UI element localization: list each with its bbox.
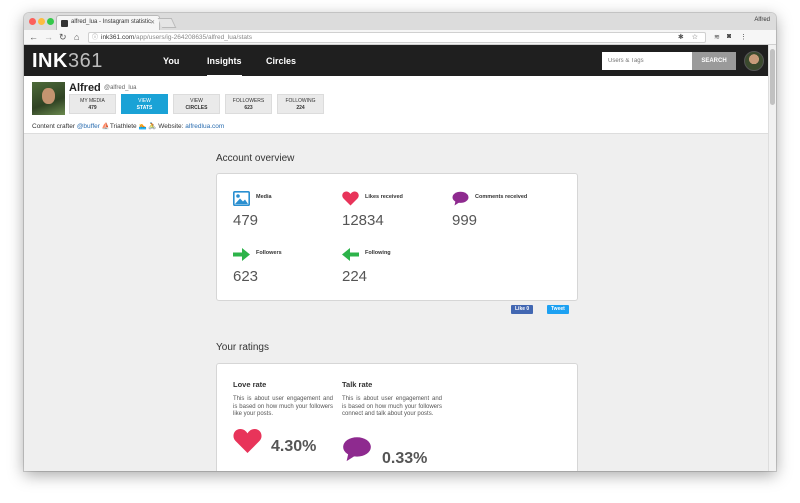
search-input[interactable] [602,52,692,70]
url-path: /app/users/ig-264208635/alfred_lua/stats [134,34,253,41]
account-overview-card: Media 479 Likes received 12834 Comments … [216,173,578,301]
browser-profile-name[interactable]: Alfred [754,17,770,23]
home-icon[interactable]: ⌂ [74,32,79,42]
profile-avatar[interactable] [32,82,65,115]
nav-you[interactable]: You [163,56,179,66]
view-stats-button[interactable]: VIEW STATS [121,94,168,114]
maximize-window-button[interactable] [47,18,54,25]
love-rate-description: This is about user engagement and is bas… [233,396,333,417]
browser-menu-icon[interactable]: ⋮ [740,33,747,41]
close-window-button[interactable] [29,18,36,25]
talk-rate-title: Talk rate [342,380,373,389]
metric-value: 999 [452,212,478,229]
metric-label: Following [365,250,391,256]
my-media-button[interactable]: MY MEDIA 479 [69,94,116,114]
profile-handle: @alfred_lua [104,85,137,91]
tab-strip: alfred_lua - Instagram statistic ✕ Alfre… [24,13,776,30]
bookmark-star-icon[interactable]: ✱ ☆ [678,33,701,42]
browser-window: alfred_lua - Instagram statistic ✕ Alfre… [24,13,776,471]
speech-bubble-icon [343,437,371,462]
url-host: ink361.com [101,34,135,41]
arrow-left-icon [342,248,359,261]
favicon-icon [61,20,68,27]
bio-website-link[interactable]: alfredlua.com [185,123,224,130]
love-rate-title: Love rate [233,380,267,389]
page-scrollbar[interactable] [768,45,776,471]
account-overview-title: Account overview [216,153,295,164]
metric-label: Media [256,194,272,200]
metric-value: 623 [233,268,259,285]
following-button[interactable]: FOLLOWING 224 [277,94,324,114]
reload-icon[interactable]: ↻ [59,32,67,42]
scrollbar-thumb[interactable] [770,49,775,105]
minimize-window-button[interactable] [38,18,45,25]
browser-toolbar: ← → ↻ ⌂ ⓘ ink361.com/app/users/ig-264208… [24,30,776,45]
metric-value: 224 [342,268,368,285]
ratings-card: Love rate This is about user engagement … [216,363,578,471]
heart-icon [342,191,359,206]
tab-title: alfred_lua - Instagram statistic [71,19,152,25]
forward-arrow-icon[interactable]: → [44,32,53,42]
talk-rate-description: This is about user engagement and is bas… [342,396,442,417]
image-icon [233,191,250,206]
metric-value: 479 [233,212,259,229]
nav-circles[interactable]: Circles [266,56,296,66]
tweet-button[interactable]: Tweet [547,305,569,314]
nav-insights[interactable]: Insights [207,56,242,77]
search-button[interactable]: SEARCH [692,52,736,70]
back-arrow-icon[interactable]: ← [29,32,38,42]
bio-mention-link[interactable]: @buffer [77,123,100,130]
love-rate-value: 4.30% [271,438,317,455]
speech-bubble-icon [452,191,469,206]
profile-name: Alfred [69,82,101,94]
heart-icon [233,429,262,453]
facebook-like-button[interactable]: Like 0 [511,305,534,314]
followers-button[interactable]: FOLLOWERS 623 [225,94,272,114]
extension-layers-icon[interactable]: ≋ [714,33,720,41]
extension-pocket-icon[interactable]: ◙ [727,33,731,40]
view-circles-button[interactable]: VIEW CIRCLES [173,94,220,114]
browser-tab[interactable]: alfred_lua - Instagram statistic ✕ [56,15,160,30]
ink361-logo[interactable]: INK361 [32,50,103,73]
talk-rate-value: 0.33% [382,450,428,467]
profile-bio: Content crafter @buffer ⛵Triathlete 🏊 🚴 … [32,123,225,130]
arrow-right-icon [233,248,250,261]
metric-label: Followers [256,250,282,256]
your-ratings-title: Your ratings [216,342,269,353]
metric-label: Likes received [365,194,403,200]
user-avatar[interactable] [744,51,764,71]
metric-label: Comments received [475,194,528,200]
app-header: INK361 You Insights Circles SEARCH [24,45,776,77]
metric-value: 12834 [342,212,384,229]
close-tab-icon[interactable]: ✕ [150,19,155,26]
profile-bar: Alfred @alfred_lua MY MEDIA 479 VIEW STATS… [24,76,768,134]
new-tab-button[interactable] [157,18,177,28]
address-bar[interactable]: ⓘ ink361.com/app/users/ig-264208635/alfr… [88,32,706,43]
info-icon: ⓘ [92,35,99,41]
